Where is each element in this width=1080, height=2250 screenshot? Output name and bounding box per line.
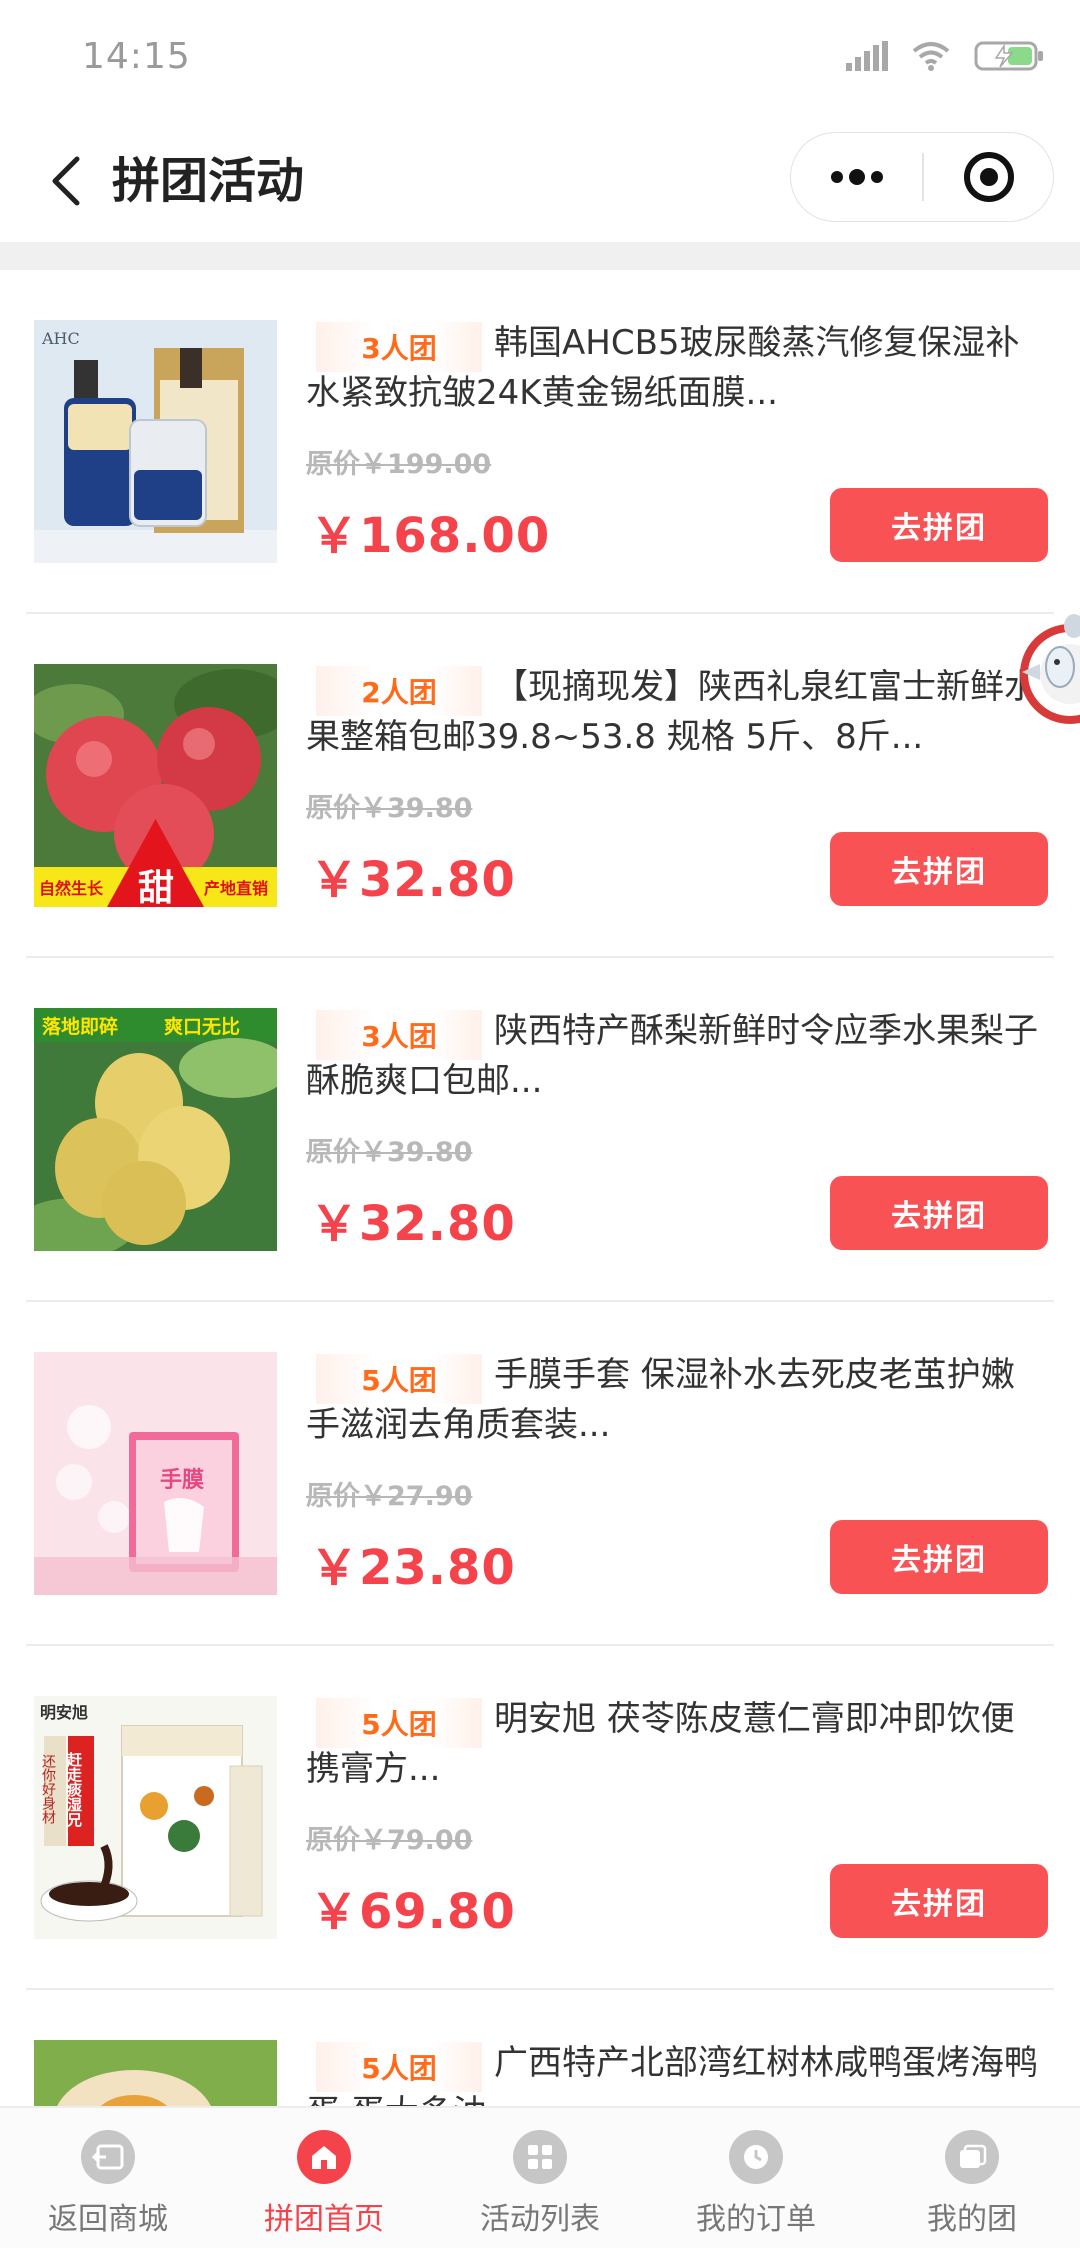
grid-icon [513,2130,567,2184]
list-item: 落地即碎 爽口无比 3人团 陕西特产酥梨新鲜时令应季水果梨子酥脆爽口包邮... … [0,958,1080,1302]
tab-label: 返回商城 [48,2202,168,2237]
list-item: AHC 3人团 韩国AHCB5玻尿酸蒸汽修复保湿补水紧致抗皱24K黄金锡纸面膜.… [0,270,1080,614]
bottom-tab-bar: 返回商城 拼团首页 活动列表 我的订单 我的团 [0,2106,1080,2248]
image-text-natural: 自然生长 [39,879,104,898]
join-group-button[interactable]: 去拼团 [830,1520,1048,1594]
product-image-duck-eggs[interactable] [34,2040,277,2106]
image-text-origin: 产地直销 [204,879,268,898]
list-item: 5人团 广西特产北部湾红树林咸鸭蛋烤海鸭蛋 蛋大多油 [0,1990,1080,2106]
product-title[interactable]: 明安旭 茯苓陈皮薏仁膏即冲即饮便携膏方... [306,1694,1046,1794]
image-text-refreshing: 爽口无比 [164,1015,240,1038]
original-price: 原价￥27.90 [306,1481,473,1512]
status-icons [846,40,1044,72]
product-list: AHC 3人团 韩国AHCB5玻尿酸蒸汽修复保湿补水紧致抗皱24K黄金锡纸面膜.… [0,270,1080,2106]
original-price: 原价￥39.80 [306,793,473,824]
group-price: ￥23.80 [310,1540,516,1596]
product-title[interactable]: 【现摘现发】陕西礼泉红富士新鲜水果整箱包邮39.8~53.8 规格 5斤、8斤.… [306,662,1046,762]
back-button[interactable] [30,146,100,216]
wifi-icon [912,42,950,71]
image-text-tag: 赶走痰湿兄 [65,1751,83,1828]
section-divider [0,242,1080,270]
original-price: 原价￥39.80 [306,1137,473,1168]
tab-activity-list[interactable]: 活动列表 [432,2108,648,2250]
more-dots-icon [831,169,883,185]
mini-program-capsule [790,132,1054,222]
list-item: 手膜 5人团 手膜手套 保湿补水去死皮老茧护嫩手滋润去角质套装... 原价￥27… [0,1302,1080,1646]
image-text-slim: 还你好身材 [40,1754,56,1824]
image-text-hand-mask: 手膜 [160,1468,204,1493]
join-group-button[interactable]: 去拼团 [830,488,1048,562]
status-bar: 14:15 [0,0,1080,120]
tab-my-orders[interactable]: 我的订单 [648,2108,864,2250]
home-icon [297,2130,351,2184]
join-group-button[interactable]: 去拼团 [830,832,1048,906]
group-price: ￥69.80 [310,1884,516,1940]
original-price: 原价￥79.00 [306,1825,473,1856]
group-price: ￥32.80 [310,852,516,908]
join-group-button[interactable]: 去拼团 [830,1864,1048,1938]
chevron-left-icon [52,156,80,206]
product-image-herbal-paste[interactable]: 明安旭 还你好身材 赶走痰湿兄 [34,1696,277,1939]
product-title[interactable]: 广西特产北部湾红树林咸鸭蛋烤海鸭蛋 蛋大多油 [306,2038,1046,2106]
image-text-sweet: 甜 [138,868,174,907]
signal-icon [846,41,888,71]
group-icon [945,2130,999,2184]
mascot-icon [1020,614,1080,724]
tab-back-store[interactable]: 返回商城 [0,2108,216,2250]
join-group-button[interactable]: 去拼团 [830,1176,1048,1250]
svg-text:AHC: AHC [41,329,80,348]
back-store-icon [81,2130,135,2184]
product-image-apples[interactable]: 自然生长 甜 产地直销 [34,664,277,907]
floating-mascot-button[interactable] [1012,612,1080,732]
product-title[interactable]: 陕西特产酥梨新鲜时令应季水果梨子酥脆爽口包邮... [306,1006,1046,1106]
product-image-hand-mask[interactable]: 手膜 [34,1352,277,1595]
group-price: ￥168.00 [310,508,551,564]
tab-group-home[interactable]: 拼团首页 [216,2108,432,2250]
product-image-serum[interactable]: AHC [34,320,277,563]
list-item: 明安旭 还你好身材 赶走痰湿兄 5人团 明安旭 茯苓陈皮薏仁膏即冲即饮便携膏方.… [0,1646,1080,1990]
more-button[interactable] [791,133,923,221]
tab-my-groups[interactable]: 我的团 [864,2108,1080,2250]
list-item: 自然生长 甜 产地直销 2人团 【现摘现发】陕西礼泉红富士新鲜水果整箱包邮39.… [0,614,1080,958]
nav-bar: 拼团活动 [0,120,1080,242]
status-time: 14:15 [82,36,191,77]
tab-label: 我的订单 [696,2202,816,2237]
original-price: 原价￥199.00 [306,449,492,480]
group-price: ￥32.80 [310,1196,516,1252]
image-text-brand: 明安旭 [40,1703,88,1722]
page-title: 拼团活动 [112,153,305,209]
product-image-pears[interactable]: 落地即碎 爽口无比 [34,1008,277,1251]
close-mini-program-button[interactable] [923,133,1055,221]
tab-label: 我的团 [927,2202,1017,2237]
tab-label: 拼团首页 [264,2202,384,2237]
product-title[interactable]: 手膜手套 保湿补水去死皮老茧护嫩手滋润去角质套装... [306,1350,1046,1450]
tab-label: 活动列表 [480,2202,600,2237]
clock-icon [729,2130,783,2184]
product-title[interactable]: 韩国AHCB5玻尿酸蒸汽修复保湿补水紧致抗皱24K黄金锡纸面膜... [306,318,1046,418]
battery-icon [974,41,1043,71]
target-close-icon [964,152,1014,202]
image-text-crisp: 落地即碎 [42,1015,118,1038]
